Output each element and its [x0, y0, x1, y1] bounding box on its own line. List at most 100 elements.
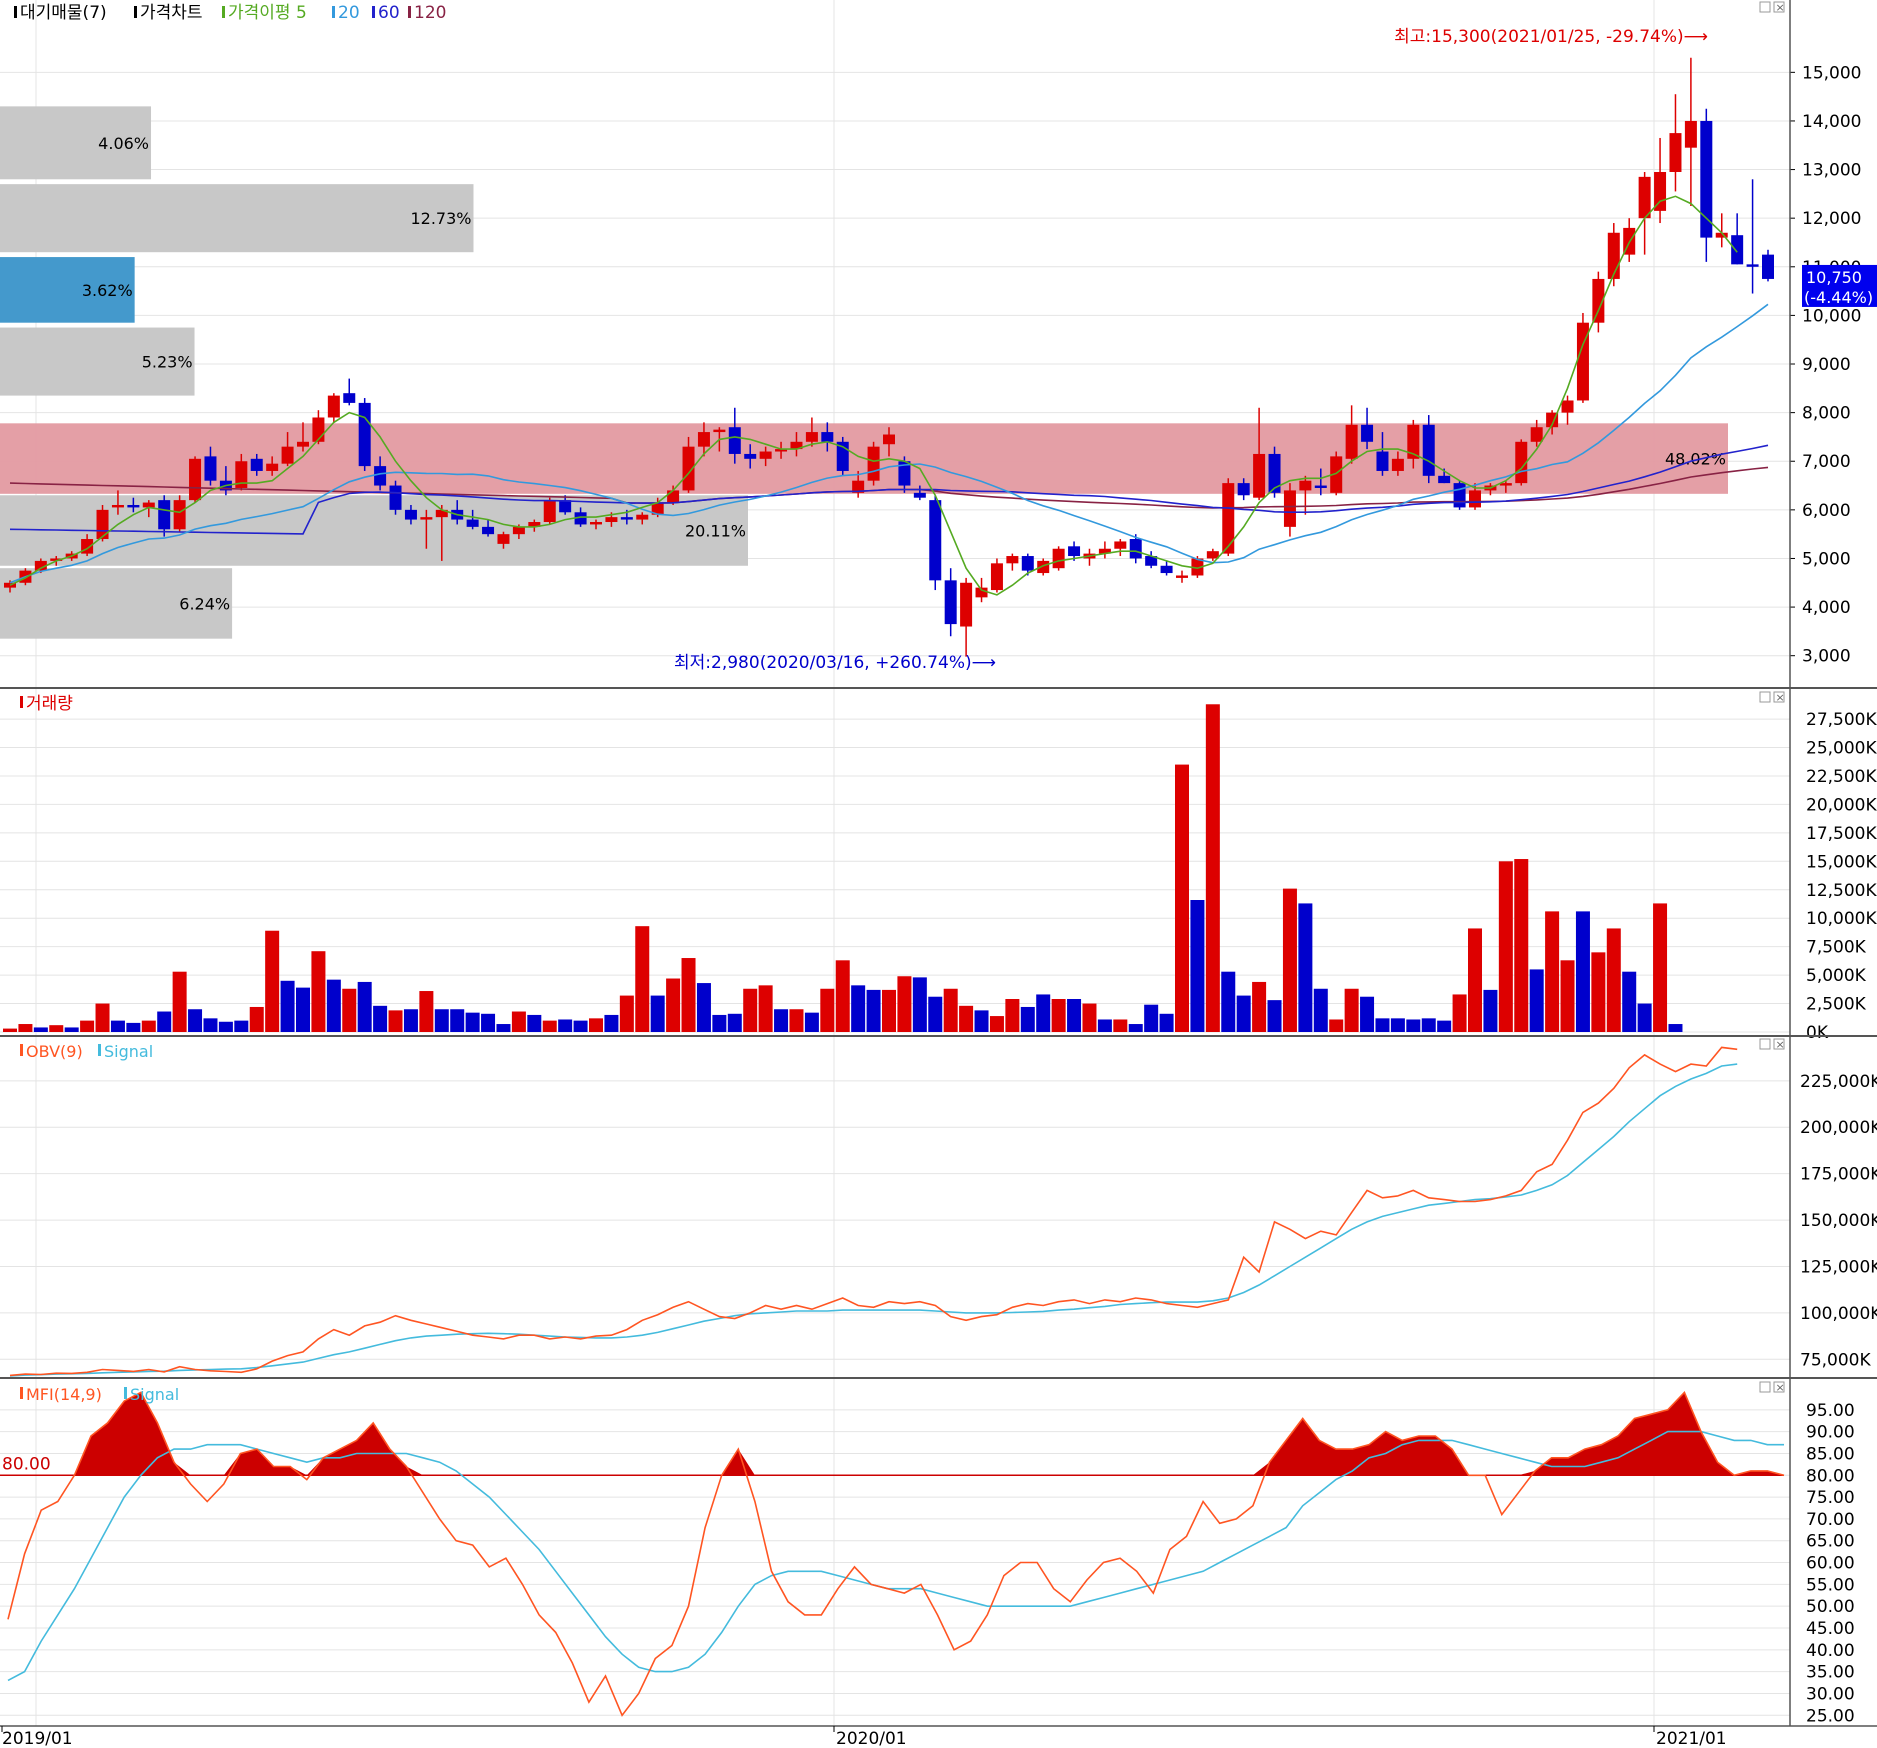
price-axis-label: 8,000: [1802, 404, 1851, 424]
volume-profile-label: 48.02%: [1665, 450, 1726, 469]
volume-profile-label: 12.73%: [410, 209, 471, 228]
candle-body: [1746, 264, 1759, 267]
volume-bar: [1221, 971, 1236, 1032]
volume-bar: [1498, 861, 1513, 1032]
candle-body: [466, 519, 479, 527]
volume-bar: [696, 983, 711, 1032]
candle-body: [1684, 120, 1697, 148]
pane-minimize-button[interactable]: [1759, 691, 1771, 703]
low-price-annotation: 최저:2,980(2020/03/16, +260.74%)⟶: [674, 653, 996, 673]
price-axis-label: 7,000: [1802, 452, 1851, 472]
mfi-axis-label: 45.00: [1806, 1619, 1855, 1639]
volume-bar: [589, 1018, 603, 1032]
candle-body: [420, 517, 433, 520]
volume-bar: [835, 960, 850, 1032]
volume-axis-label: 10,000K: [1806, 909, 1877, 929]
pane-minimize-button[interactable]: [1759, 1038, 1771, 1050]
candle-body: [1376, 451, 1389, 471]
volume-bar: [1329, 1019, 1344, 1032]
mfi-axis-label: 85.00: [1806, 1444, 1855, 1464]
candle-body: [1299, 480, 1312, 491]
legend-volume: 거래량: [26, 694, 73, 714]
volume-bar: [1298, 903, 1313, 1032]
volume-bar: [1205, 704, 1220, 1032]
candle-body: [1422, 424, 1435, 476]
volume-bar: [681, 958, 696, 1032]
candle-body: [1052, 548, 1065, 569]
volume-bar: [712, 1014, 727, 1032]
candle-body: [1361, 424, 1374, 442]
volume-bar: [434, 1009, 449, 1032]
close-icon: ×: [1776, 1038, 1785, 1051]
volume-axis-label: 20,000K: [1806, 795, 1877, 815]
volume-bar: [326, 979, 341, 1032]
volume-bar: [373, 1005, 388, 1032]
volume-bar: [866, 989, 881, 1032]
legend-ma20: 20: [338, 3, 360, 23]
volume-bar: [141, 1020, 156, 1032]
volume-axis-label: 7,500K: [1806, 938, 1867, 958]
legend-obv-marker: [20, 1044, 23, 1056]
volume-bar: [604, 1014, 619, 1032]
volume-bar: [357, 981, 372, 1032]
volume-bar: [1128, 1024, 1143, 1032]
obv-axis-label: 100,000K: [1800, 1304, 1877, 1324]
volume-bar: [218, 1021, 233, 1032]
volume-bar: [650, 995, 665, 1032]
volume-bar: [1313, 988, 1328, 1032]
volume-bar: [1637, 1003, 1652, 1032]
price-axis-label: 15,000: [1802, 63, 1861, 83]
candle-body: [867, 446, 880, 481]
candle-body: [1453, 483, 1466, 508]
price-axis-label: 12,000: [1802, 209, 1861, 229]
volume-profile-label: 6.24%: [179, 594, 230, 613]
candle-body: [883, 434, 895, 445]
volume-bar: [1529, 969, 1544, 1032]
candle-body: [374, 466, 387, 486]
candle-body: [944, 580, 957, 625]
candle-body: [1638, 176, 1651, 219]
mfi-axis-label: 35.00: [1806, 1663, 1855, 1683]
volume-bar: [1175, 764, 1189, 1032]
volume-bar: [80, 1020, 95, 1032]
candle-body: [312, 417, 325, 442]
volume-axis-label: 15,000K: [1806, 852, 1877, 872]
volume-bar: [897, 976, 912, 1032]
candle-body: [1607, 232, 1620, 279]
volume-bar: [558, 1019, 573, 1032]
volume-bar: [1483, 989, 1498, 1032]
obv-axis-label: 175,000K: [1800, 1165, 1877, 1185]
candle-body: [1114, 541, 1127, 549]
mfi-axis-label: 65.00: [1806, 1532, 1855, 1552]
mfi-axis-label: 75.00: [1806, 1488, 1855, 1508]
volume-bar: [1113, 1019, 1128, 1032]
price-axis-label: 14,000: [1802, 112, 1861, 132]
legend-mfi-signal-marker: [124, 1387, 127, 1399]
volume-bar: [820, 988, 835, 1032]
volume-bar: [203, 1018, 218, 1032]
volume-bar: [1144, 1004, 1159, 1032]
volume-bar: [928, 996, 943, 1032]
pane-minimize-button[interactable]: [1759, 1381, 1771, 1393]
legend-ma120: 120: [414, 3, 446, 23]
mfi-line: [7, 1390, 1785, 1717]
last-price-value: 10,750: [1806, 268, 1862, 287]
volume-bar: [172, 971, 187, 1032]
volume-bar: [403, 1009, 418, 1032]
volume-axis-label: 12,500K: [1806, 881, 1877, 901]
legend-volume-marker: [20, 696, 23, 708]
pane-minimize-button[interactable]: [1759, 1, 1771, 13]
volume-bar: [1190, 900, 1205, 1032]
candle-body: [96, 509, 109, 540]
candle-body: [636, 514, 649, 520]
volume-axis-label: 27,500K: [1806, 710, 1877, 730]
legend-ma120-marker: [408, 6, 411, 18]
volume-bar: [1390, 1018, 1405, 1032]
last-price-change: (-4.44%): [1804, 288, 1873, 307]
volume-bar: [1421, 1018, 1436, 1032]
volume-bar: [758, 985, 773, 1032]
candle-body: [1530, 427, 1543, 442]
xaxis-label: 2020/01: [836, 1729, 907, 1748]
candle-body: [1206, 551, 1219, 559]
candle-body: [728, 427, 741, 454]
